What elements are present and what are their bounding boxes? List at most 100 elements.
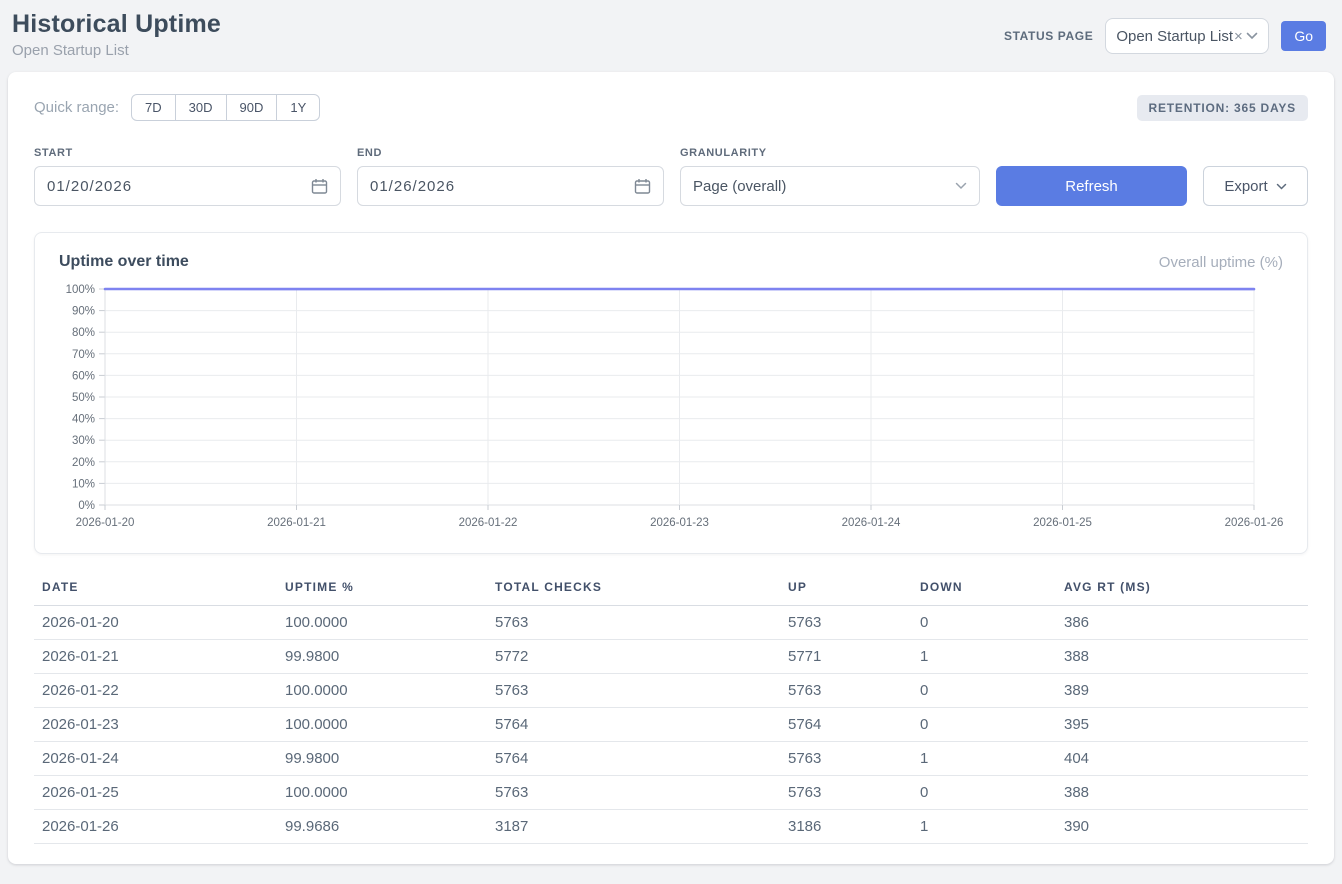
table-cell: 2026-01-26 xyxy=(34,810,277,844)
end-date-input[interactable]: 01/26/2026 xyxy=(357,166,664,206)
table-cell: 395 xyxy=(1056,708,1308,742)
table-cell: 99.9800 xyxy=(277,640,487,674)
table-row: 2026-01-2199.9800577257711388 xyxy=(34,640,1308,674)
table-header-cell: DOWN xyxy=(912,574,1056,606)
export-button[interactable]: Export xyxy=(1203,166,1308,206)
table-header-cell: DATE xyxy=(34,574,277,606)
table-header-cell: UP xyxy=(780,574,912,606)
quick-range-7d-button[interactable]: 7D xyxy=(131,94,176,121)
main-card: Quick range: 7D 30D 90D 1Y RETENTION: 36… xyxy=(8,72,1334,864)
table-row: 2026-01-23100.0000576457640395 xyxy=(34,708,1308,742)
table-cell: 388 xyxy=(1056,776,1308,810)
x-axis-tick-label: 2026-01-20 xyxy=(76,517,135,529)
table-header-cell: UPTIME % xyxy=(277,574,487,606)
table-cell: 0 xyxy=(912,776,1056,810)
table-row: 2026-01-2499.9800576457631404 xyxy=(34,742,1308,776)
table-cell: 5764 xyxy=(780,708,912,742)
table-cell: 5772 xyxy=(487,640,780,674)
table-header-row: DATEUPTIME %TOTAL CHECKSUPDOWNAVG RT (MS… xyxy=(34,574,1308,606)
end-date-field: END 01/26/2026 xyxy=(357,147,664,206)
granularity-value: Page (overall) xyxy=(693,178,786,195)
table-row: 2026-01-2699.9686318731861390 xyxy=(34,810,1308,844)
table-row: 2026-01-20100.0000576357630386 xyxy=(34,606,1308,640)
table-cell: 100.0000 xyxy=(277,606,487,640)
export-label: Export xyxy=(1224,178,1267,195)
uptime-chart: 0%10%20%30%40%50%60%70%80%90%100%2026-01… xyxy=(59,281,1283,539)
quick-range-group: 7D 30D 90D 1Y xyxy=(131,94,320,121)
quick-range-row: Quick range: 7D 30D 90D 1Y RETENTION: 36… xyxy=(34,94,1308,121)
table-cell: 2026-01-25 xyxy=(34,776,277,810)
table-cell: 5763 xyxy=(780,742,912,776)
table-cell: 5764 xyxy=(487,708,780,742)
status-page-label: STATUS PAGE xyxy=(1004,29,1093,43)
y-axis-tick-label: 70% xyxy=(72,349,95,361)
calendar-icon[interactable] xyxy=(634,178,651,195)
table-cell: 2026-01-21 xyxy=(34,640,277,674)
chart-card: Uptime over time Overall uptime (%) 0%10… xyxy=(34,232,1308,554)
table-cell: 0 xyxy=(912,674,1056,708)
y-axis-tick-label: 40% xyxy=(72,414,95,426)
x-axis-tick-label: 2026-01-21 xyxy=(267,517,326,529)
status-page-select[interactable]: Open Startup List × xyxy=(1105,18,1269,54)
x-axis-tick-label: 2026-01-23 xyxy=(650,517,709,529)
table-cell: 3187 xyxy=(487,810,780,844)
go-button[interactable]: Go xyxy=(1281,21,1326,51)
start-date-field: START 01/20/2026 xyxy=(34,147,341,206)
table-cell: 1 xyxy=(912,810,1056,844)
page-title: Historical Uptime xyxy=(12,10,221,39)
granularity-label: GRANULARITY xyxy=(680,147,980,159)
y-axis-tick-label: 60% xyxy=(72,370,95,382)
table-cell: 0 xyxy=(912,708,1056,742)
table-cell: 5763 xyxy=(780,674,912,708)
table-header-cell: AVG RT (MS) xyxy=(1056,574,1308,606)
chart-header: Uptime over time Overall uptime (%) xyxy=(59,253,1283,271)
table-cell: 99.9686 xyxy=(277,810,487,844)
chart-legend: Overall uptime (%) xyxy=(1159,254,1283,271)
y-axis-tick-label: 90% xyxy=(72,306,95,318)
chevron-down-icon xyxy=(955,182,967,190)
start-label: START xyxy=(34,147,341,159)
table-cell: 5763 xyxy=(487,776,780,810)
table-cell: 390 xyxy=(1056,810,1308,844)
chevron-down-icon xyxy=(1246,32,1258,40)
refresh-button[interactable]: Refresh xyxy=(996,166,1187,206)
filter-fields-row: START 01/20/2026 END 01/26/2026 xyxy=(34,147,1308,206)
y-axis-tick-label: 30% xyxy=(72,435,95,447)
x-axis-tick-label: 2026-01-24 xyxy=(842,517,901,529)
status-page-controls: STATUS PAGE Open Startup List × Go xyxy=(1004,18,1326,54)
quick-range-label: Quick range: xyxy=(34,99,119,116)
table-cell: 5763 xyxy=(780,606,912,640)
chart-title: Uptime over time xyxy=(59,253,189,271)
end-date-value: 01/26/2026 xyxy=(370,178,455,195)
table-cell: 386 xyxy=(1056,606,1308,640)
table-cell: 2026-01-24 xyxy=(34,742,277,776)
quick-range-30d-button[interactable]: 30D xyxy=(175,94,227,121)
historical-uptime-page: Historical Uptime Open Startup List STAT… xyxy=(0,0,1342,864)
table-cell: 389 xyxy=(1056,674,1308,708)
table-cell: 2026-01-20 xyxy=(34,606,277,640)
x-axis-tick-label: 2026-01-26 xyxy=(1225,517,1284,529)
start-date-value: 01/20/2026 xyxy=(47,178,132,195)
table-cell: 1 xyxy=(912,742,1056,776)
table-cell: 5763 xyxy=(780,776,912,810)
y-axis-tick-label: 20% xyxy=(72,457,95,469)
close-icon[interactable]: × xyxy=(1234,28,1243,45)
uptime-table: DATEUPTIME %TOTAL CHECKSUPDOWNAVG RT (MS… xyxy=(34,574,1308,844)
quick-range-90d-button[interactable]: 90D xyxy=(226,94,278,121)
status-page-value: Open Startup List xyxy=(1116,28,1233,45)
table-row: 2026-01-22100.0000576357630389 xyxy=(34,674,1308,708)
table-cell: 5763 xyxy=(487,606,780,640)
granularity-select[interactable]: Page (overall) xyxy=(680,166,980,206)
table-cell: 404 xyxy=(1056,742,1308,776)
start-date-input[interactable]: 01/20/2026 xyxy=(34,166,341,206)
quick-range-1y-button[interactable]: 1Y xyxy=(276,94,320,121)
end-label: END xyxy=(357,147,664,159)
top-bar: Historical Uptime Open Startup List STAT… xyxy=(0,0,1342,72)
table-cell: 3186 xyxy=(780,810,912,844)
table-cell: 5771 xyxy=(780,640,912,674)
y-axis-tick-label: 10% xyxy=(72,478,95,490)
calendar-icon[interactable] xyxy=(311,178,328,195)
table-row: 2026-01-25100.0000576357630388 xyxy=(34,776,1308,810)
y-axis-tick-label: 50% xyxy=(72,392,95,404)
table-cell: 100.0000 xyxy=(277,674,487,708)
